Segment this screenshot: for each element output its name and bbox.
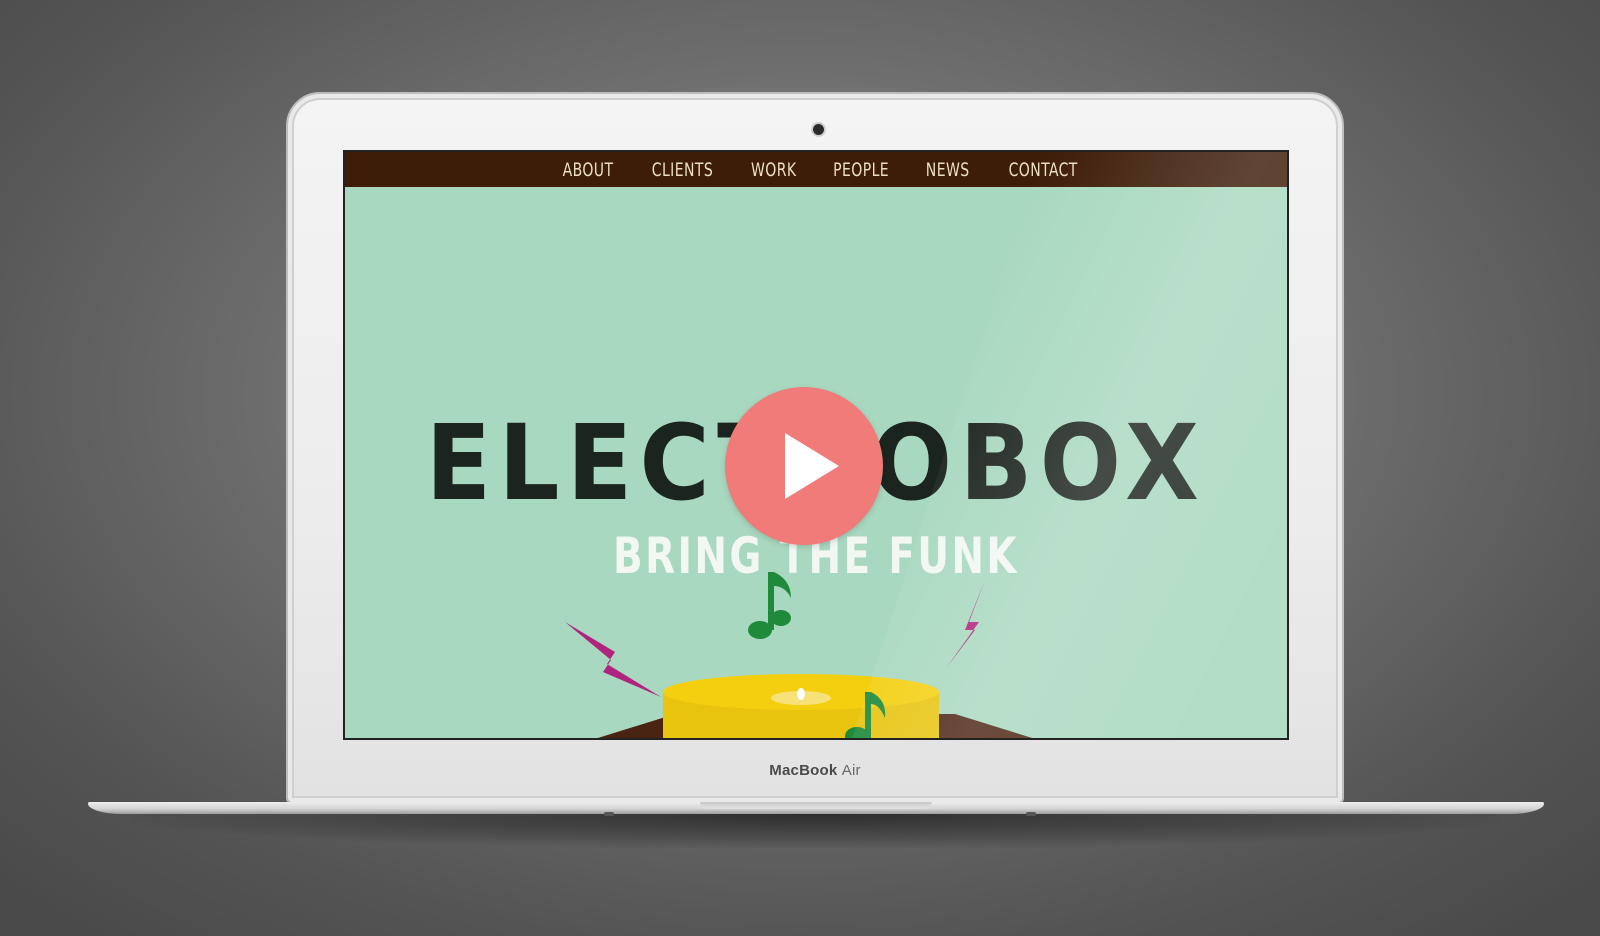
device-label-light: Air xyxy=(841,762,861,779)
play-button[interactable] xyxy=(725,387,883,545)
device-label-bold: MacBook xyxy=(769,762,838,779)
laptop-foot xyxy=(1026,812,1036,816)
play-icon xyxy=(785,433,839,499)
laptop-foot xyxy=(604,812,614,816)
camera-icon xyxy=(813,124,824,135)
music-note-icon xyxy=(748,572,791,639)
scene: ABOUT CLIENTS WORK PEOPLE NEWS CONTACT E… xyxy=(0,0,1600,936)
lightning-bolt-icon xyxy=(565,622,661,697)
laptop-shadow xyxy=(130,814,1500,848)
laptop-base-notch xyxy=(700,802,932,809)
device-label: MacBook Air xyxy=(700,762,930,779)
speaker-shape xyxy=(663,674,939,738)
lightning-bolt-icon xyxy=(947,580,985,667)
